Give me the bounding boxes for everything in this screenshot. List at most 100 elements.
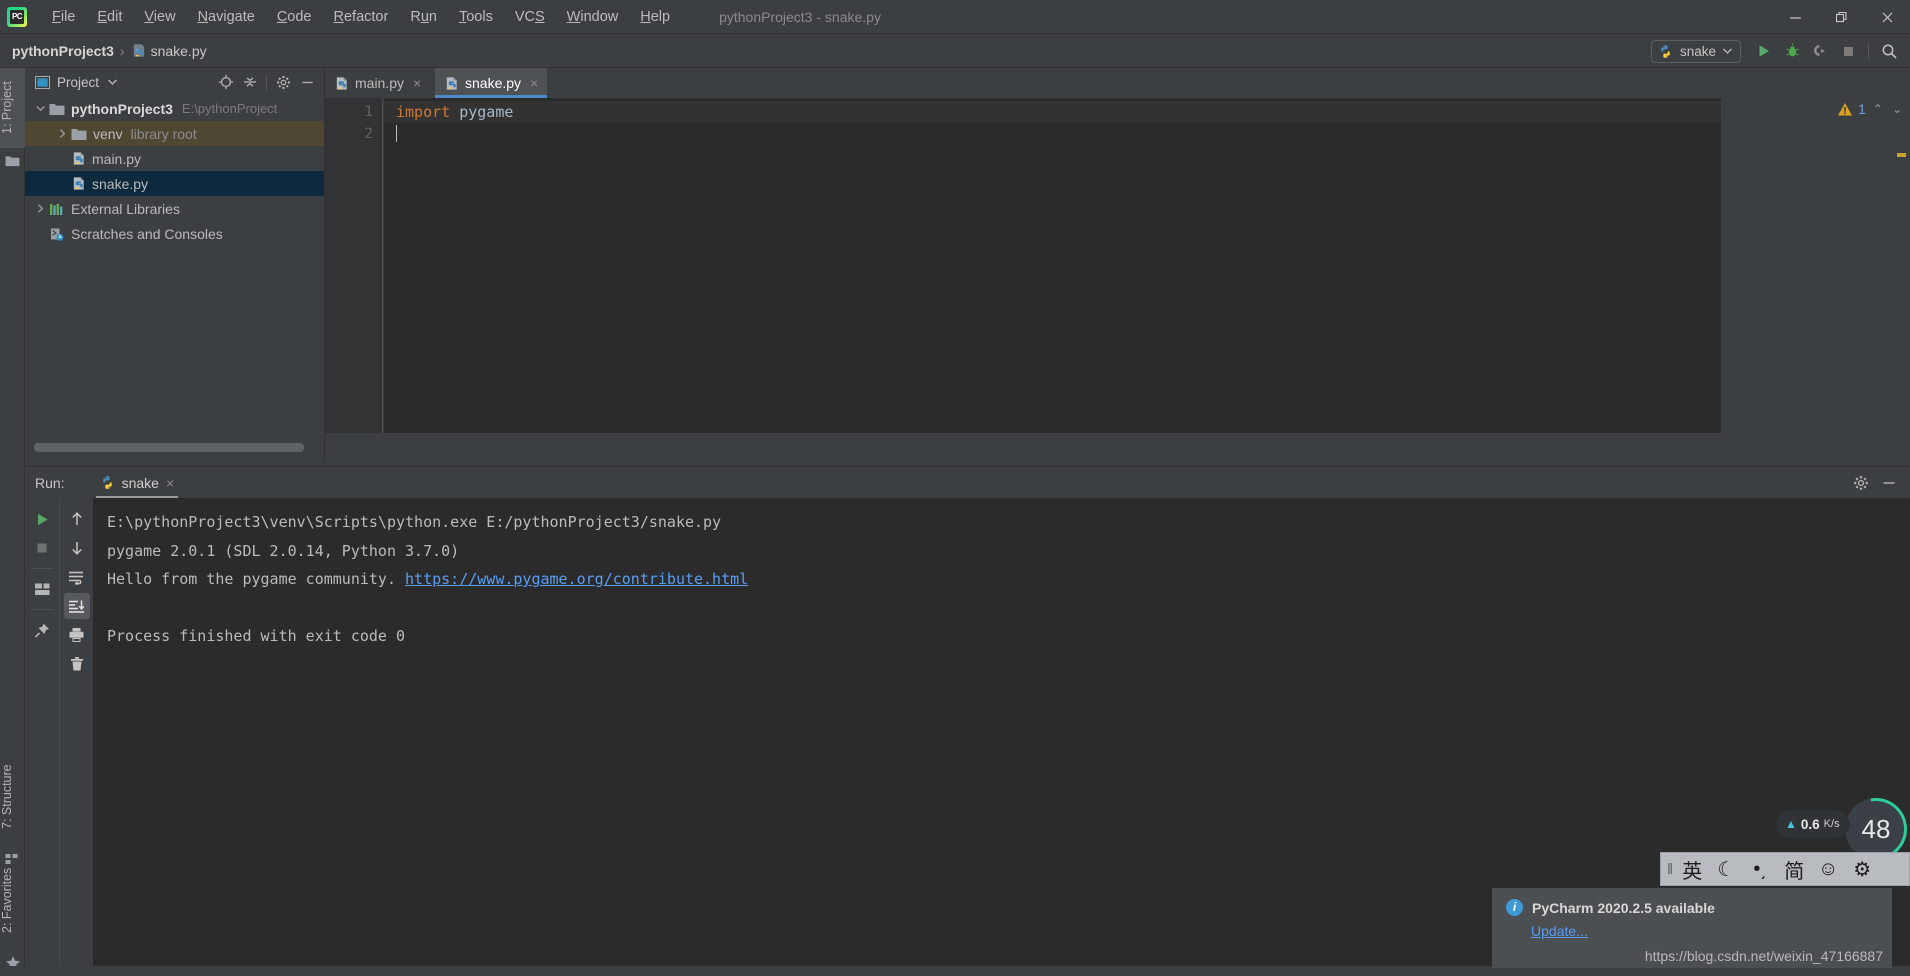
hide-button[interactable] [296,71,318,93]
chevron-down-icon[interactable] [31,105,49,112]
run-button[interactable] [1751,38,1777,64]
sidebar-item-structure[interactable]: 7: Structure [0,748,25,846]
breadcrumb-separator: › [119,42,125,59]
up-the-stack-button[interactable] [64,506,90,532]
menu-item-refactor[interactable]: Refactor [323,6,400,28]
tree-row-snake-py[interactable]: snake.py [25,171,324,196]
restore-icon[interactable] [1818,0,1864,34]
pycharm-logo-icon: PC [7,6,27,27]
chevron-right-icon[interactable] [53,129,71,138]
chevron-right-icon[interactable] [31,204,49,213]
coverage-button[interactable] [1807,38,1833,64]
minimize-icon[interactable] [1772,0,1818,34]
soft-wrap-button[interactable] [64,564,90,590]
code-line-1-text: pygame [459,103,514,121]
down-the-stack-button[interactable] [64,535,90,561]
ime-emoji-icon[interactable]: ☺ [1813,855,1843,883]
python-icon [100,475,115,490]
run-tab-snake[interactable]: snake × [90,467,185,499]
close-icon[interactable]: × [530,75,538,91]
layout-button[interactable] [29,576,55,602]
scroll-to-end-button[interactable] [63,593,90,619]
notification-header: i PyCharm 2020.2.5 available [1506,899,1878,916]
hide-panel-button[interactable] [1878,472,1900,494]
menu-item-view[interactable]: View [133,6,186,28]
python-icon [71,151,86,166]
collapse-all-button[interactable] [239,71,261,93]
breadcrumb-file[interactable]: snake.py [131,43,207,59]
system-gauge-widget[interactable]: 48 [1845,798,1907,860]
ime-language-bar: ‖ 英 ☾ •͵ 简 ☺ ⚙ [1660,852,1910,886]
run-configuration-selector[interactable]: snake [1650,39,1741,63]
menu-item-vcs[interactable]: VCS [504,6,556,28]
run-panel-label: Run: [35,474,65,491]
scrollbar-thumb[interactable] [34,443,304,452]
network-speed-widget[interactable]: ▲ 0.6 K/s [1776,810,1850,838]
pygame-contribute-link[interactable]: https://www.pygame.org/contribute.html [405,570,748,588]
run-toolbar-primary [25,498,59,976]
rerun-button[interactable] [29,506,55,532]
menu-item-window[interactable]: Window [556,6,630,28]
watermark-url: https://blog.csdn.net/weixin_47166887 [1644,948,1883,964]
project-panel-horizontal-scrollbar[interactable] [25,441,325,453]
ime-language-english[interactable]: 英 [1677,855,1707,883]
main-toolbar-actions: snake [1650,34,1910,68]
pin-tab-button[interactable] [29,617,55,643]
project-tree: pythonProject3 E:\pythonProject venv lib… [25,96,324,246]
menu-item-code[interactable]: Code [266,6,323,28]
line-number: 2 [364,126,373,142]
grip-icon[interactable]: ‖ [1667,861,1673,878]
title-bar: PC File Edit View Navigate Code Refactor… [0,0,1910,34]
menu-item-help[interactable]: Help [629,6,681,28]
run-panel-header-actions [1850,472,1910,494]
warning-triangle-icon [1838,102,1853,115]
tree-row-external-libraries[interactable]: External Libraries [25,196,324,221]
search-button[interactable] [1876,38,1902,64]
tree-row-scratches[interactable]: Scratches and Consoles [25,221,324,246]
tree-row-venv[interactable]: venv library root [25,121,324,146]
tree-row-main-py[interactable]: main.py [25,146,324,171]
editor-tab-snake-py[interactable]: snake.py × [435,68,547,98]
stop-button[interactable] [1835,38,1861,64]
window-title: pythonProject3 - snake.py [719,8,881,25]
close-icon[interactable]: × [166,475,174,491]
settings-button[interactable] [272,71,294,93]
tree-label-venv: venv [93,125,123,142]
stop-button[interactable] [29,535,55,561]
tree-label-external-libraries: External Libraries [71,200,180,217]
close-icon[interactable]: × [413,75,421,91]
ime-moon-icon[interactable]: ☾ [1711,855,1741,883]
print-button[interactable] [64,622,90,648]
menu-item-file[interactable]: File [41,6,86,28]
menu-item-navigate[interactable]: Navigate [187,6,266,28]
ime-punctuation-icon[interactable]: •͵ [1745,855,1775,883]
arrow-up-icon: ▲ [1785,817,1797,831]
window-controls [1772,0,1910,34]
run-settings-button[interactable] [1850,472,1872,494]
breadcrumb-project[interactable]: pythonProject3 [12,43,114,59]
tree-row-project-root[interactable]: pythonProject3 E:\pythonProject [25,96,324,121]
chevron-down-icon[interactable] [108,79,117,85]
chevron-up-icon[interactable]: ⌃ [1871,102,1885,116]
clear-all-button[interactable] [64,651,90,677]
debug-button[interactable] [1779,38,1805,64]
update-link[interactable]: Update... [1531,923,1588,939]
console-line: E:\pythonProject3\venv\Scripts\python.ex… [107,513,722,531]
inspection-status[interactable]: 1 ⌃ ⌄ [1837,101,1904,117]
editor-code-area[interactable]: import pygame [384,98,1721,433]
close-icon[interactable] [1864,0,1910,34]
chevron-down-icon[interactable]: ⌄ [1890,102,1904,116]
sidebar-item-project[interactable]: 1: Project [0,68,25,148]
ime-simplified-chinese[interactable]: 简 [1779,855,1809,883]
ime-settings-icon[interactable]: ⚙ [1847,855,1877,883]
warning-count: 1 [1858,101,1866,117]
line-number: 1 [364,104,373,120]
inspection-marker[interactable] [1897,153,1906,157]
sidebar-item-favorites[interactable]: 2: Favorites [0,852,25,948]
menu-item-edit[interactable]: Edit [86,6,133,28]
menu-item-tools[interactable]: Tools [448,6,504,28]
editor-tab-main-py[interactable]: main.py × [325,68,435,98]
menu-item-run[interactable]: Run [399,6,448,28]
select-opened-file-button[interactable] [215,71,237,93]
tree-detail-venv: library root [130,125,197,142]
